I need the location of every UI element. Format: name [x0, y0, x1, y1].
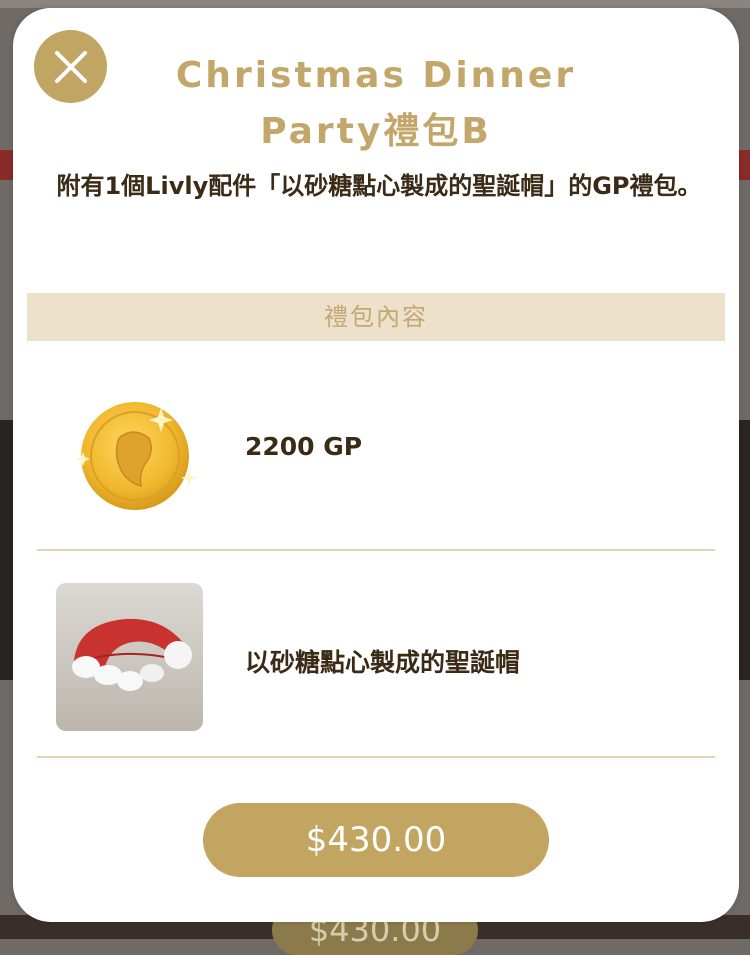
item-thumbnail — [56, 583, 203, 731]
purchase-button[interactable]: $430.00 — [203, 803, 549, 877]
gold-coin-icon — [76, 402, 197, 510]
close-button[interactable] — [34, 30, 107, 103]
package-detail-modal: Christmas Dinner Party禮包B 附有1個Livly配件「以砂… — [13, 8, 739, 922]
close-icon — [54, 50, 87, 83]
background-banner-left — [0, 150, 14, 180]
package-item-label: 以砂糖點心製成的聖誕帽 — [245, 648, 521, 677]
package-item-row: 以砂糖點心製成的聖誕帽 — [37, 551, 715, 758]
package-title-line2: Party禮包B — [260, 111, 492, 152]
background-top-strip — [0, 0, 750, 8]
package-item-label: 2200 GP — [245, 432, 363, 461]
background-panel-left — [0, 420, 14, 680]
background-banner-right — [738, 150, 750, 180]
package-title: Christmas Dinner Party禮包B — [143, 48, 609, 160]
contents-section-header: 禮包內容 — [27, 293, 725, 341]
package-description: 附有1個Livly配件「以砂糖點心製成的聖誕帽」的GP禮包。 — [56, 172, 702, 200]
package-item-row: 2200 GP — [37, 368, 715, 551]
santa-hat-icon — [72, 618, 192, 691]
background-panel-right — [738, 420, 750, 680]
package-title-line1: Christmas Dinner — [175, 55, 577, 96]
